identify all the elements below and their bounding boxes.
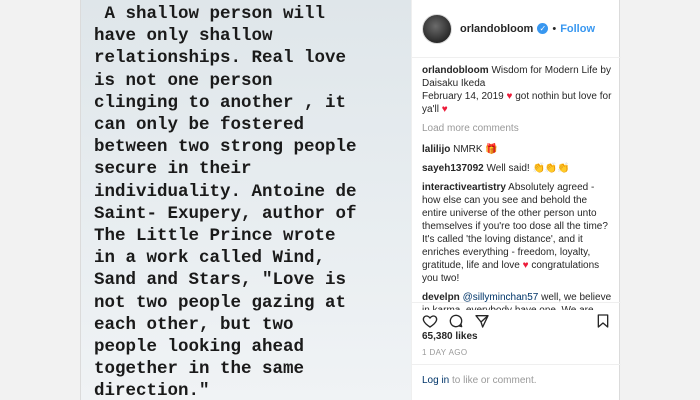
page-background-right	[620, 0, 700, 400]
page-background-left	[0, 0, 80, 400]
gift-emoji-icon: 🎁	[485, 144, 498, 155]
bookmark-icon[interactable]	[595, 313, 611, 329]
quote-line: Sand and Stars, "Love is	[94, 270, 347, 291]
list-item: interactiveartistry Absolutely agreed - …	[422, 181, 612, 285]
heart-icon[interactable]	[422, 313, 438, 329]
quote-line: Saint- Exupery, author of	[94, 203, 357, 224]
quote-line: clinging to another , it	[94, 92, 347, 113]
header-username[interactable]: orlandobloom	[460, 23, 533, 35]
quote-line: A shallow person will	[94, 4, 326, 24]
post-image[interactable]: A shallow person will have only shallow re…	[81, 0, 411, 400]
follow-button[interactable]: Follow	[560, 23, 595, 35]
instagram-post: A shallow person will have only shallow re…	[80, 0, 621, 400]
heart-emoji-icon: ♥	[506, 91, 513, 102]
quote-line: have only shallow	[94, 26, 273, 47]
load-more-comments[interactable]: Load more comments	[422, 122, 612, 135]
list-item: sayeh137092 Well said! 👏👏👏	[422, 162, 612, 175]
caption: orlandobloom Wisdom for Modern Life by D…	[422, 64, 612, 116]
quote-text: A shallow person will have only shallow re…	[94, 3, 411, 400]
quote-line: not two people gazing at	[94, 292, 347, 313]
caption-date: February 14, 2019	[422, 91, 504, 102]
comment-text: Well said!	[486, 163, 530, 174]
comment-text: NMRK	[453, 144, 483, 155]
login-link[interactable]: Log in	[422, 375, 449, 386]
login-prompt-text: to like or comment.	[449, 375, 537, 386]
header-separator: •	[552, 22, 557, 35]
post-side-panel: orlandobloom ✓ • Follow orlandobloom Wis…	[411, 0, 621, 400]
verified-badge-icon: ✓	[537, 23, 549, 34]
quote-line: is not one person	[94, 70, 273, 91]
quote-line: direction."	[94, 381, 210, 400]
comment-text: Absolutely agreed - how else can you see…	[422, 182, 608, 271]
comment-username[interactable]: sayeh137092	[422, 163, 484, 174]
caption-username[interactable]: orlandobloom	[422, 65, 489, 76]
comment-username[interactable]: lalilijo	[422, 144, 450, 155]
post-header: orlandobloom ✓ • Follow	[412, 0, 621, 58]
quote-line: each other, but two	[94, 314, 294, 335]
clap-emoji-icon: 👏👏👏	[532, 163, 570, 174]
comments-list[interactable]: orlandobloom Wisdom for Modern Life by D…	[422, 64, 612, 310]
quote-line: relationships. Real love	[94, 48, 347, 69]
share-icon[interactable]	[474, 313, 490, 329]
post-date: 1 DAY AGO	[422, 348, 468, 357]
quote-line: can only be fostered	[94, 115, 305, 136]
quote-line: in a work called Wind,	[94, 248, 326, 269]
login-prompt: Log in to like or comment.	[412, 364, 621, 400]
comment-username[interactable]: interactiveartistry	[422, 182, 506, 193]
heart-emoji-icon: ♥	[441, 104, 448, 115]
comment-icon[interactable]	[448, 313, 464, 329]
quote-line: individuality. Antoine de	[94, 181, 357, 202]
avatar[interactable]	[422, 13, 452, 44]
quote-line: between two strong people	[94, 137, 357, 158]
quote-line: people looking ahead	[94, 337, 305, 358]
quote-line: The Little Prince wrote	[94, 226, 336, 247]
heart-emoji-icon: ♥	[522, 260, 529, 271]
quote-line: together in the same	[94, 359, 305, 380]
list-item: lalilijo NMRK 🎁	[422, 143, 612, 156]
likes-count[interactable]: 65,380 likes	[422, 331, 478, 342]
quote-line: secure in their	[94, 159, 252, 180]
